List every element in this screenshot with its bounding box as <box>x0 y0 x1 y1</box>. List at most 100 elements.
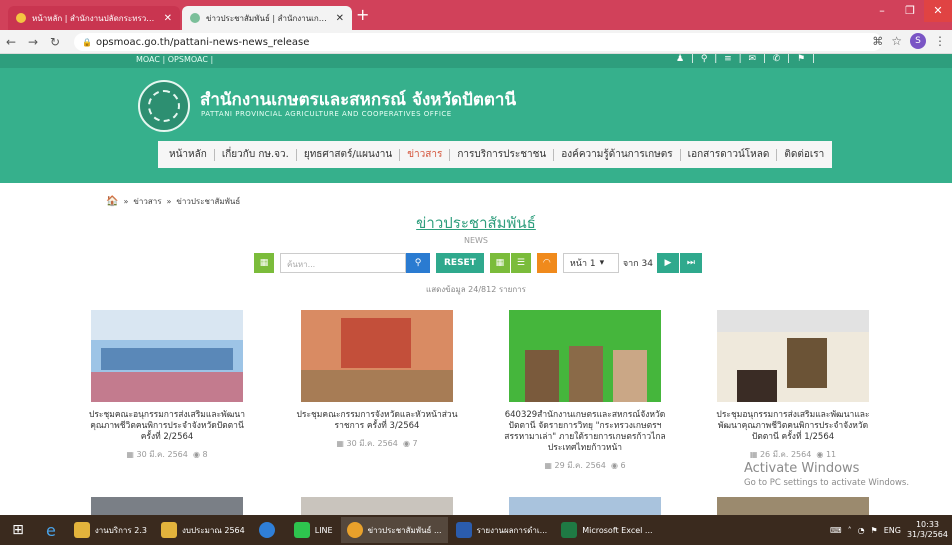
taskbar-app[interactable]: LINE <box>288 517 339 543</box>
reset-button[interactable]: RESET <box>436 253 484 273</box>
calendar-button[interactable]: ▦ <box>254 253 274 273</box>
news-title[interactable]: ประชุมคณะอนุกรรมการส่งเสริมและพัฒนาคุณภา… <box>82 410 252 443</box>
url-input[interactable]: 🔒 opsmoac.go.th/pattani-news-news_releas… <box>74 33 882 51</box>
eye-icon: ◉ <box>192 450 200 459</box>
watermark-text: Go to PC settings to activate Windows. <box>744 478 910 488</box>
showing-count: แสดงข้อมูล 24/812 รายการ <box>426 285 526 294</box>
next-page-button[interactable]: ▶ <box>656 253 679 273</box>
logo-seal-icon[interactable] <box>138 80 190 132</box>
eye-icon: ◉ <box>610 461 618 470</box>
taskbar-app-label: LINE <box>314 525 333 535</box>
tab-title: หน้าหลัก | สำนักงานปลัดกระทรวงเกษตร <box>32 13 158 23</box>
menu-item-contact[interactable]: ติดต่อเรา <box>777 147 831 162</box>
news-card[interactable]: 640329สำนักงานเกษตรและสหกรณ์จังหวัดปัตตา… <box>500 310 670 472</box>
top-utility-icons[interactable]: ♟ | ⚲ | ≡ | ✉ | ✆ | ⚑ | <box>676 54 817 64</box>
news-date: 29 มี.ค. 2564 <box>554 461 606 470</box>
translate-icon[interactable]: ⌘ <box>872 35 883 48</box>
taskbar-app[interactable]: ข่าวประชาสัมพันธ์ ... <box>340 517 448 543</box>
news-card[interactable]: ประชุมคณะอนุกรรมการส่งเสริมและพัฒนาคุณภา… <box>82 310 252 461</box>
taskbar-app[interactable]: งานบริการ 2.3 <box>68 517 153 543</box>
forward-icon[interactable]: → <box>22 35 44 49</box>
menu-dots-icon[interactable]: ⋮ <box>934 34 946 48</box>
news-views: 7 <box>412 439 418 448</box>
search-icon: ⚲ <box>414 258 422 268</box>
bookmark-star-icon[interactable]: ☆ <box>891 34 902 48</box>
browser-tab-1[interactable]: หน้าหลัก | สำนักงานปลัดกระทรวงเกษตร ✕ <box>8 6 180 30</box>
breadcrumb-item[interactable]: ข่าวสาร <box>133 195 161 208</box>
rss-icon: ◠ <box>542 258 551 268</box>
page-select[interactable]: หน้า 1 ▾ <box>562 253 619 273</box>
profile-avatar[interactable]: S <box>910 33 926 49</box>
taskbar-app[interactable]: งบประมาณ 2564 <box>155 517 251 543</box>
back-icon[interactable]: ← <box>0 35 22 49</box>
taskbar-app[interactable]: Microsoft Excel ... <box>555 517 658 543</box>
edge-icon <box>258 522 275 538</box>
news-thumbnail[interactable] <box>301 497 453 517</box>
news-thumbnail[interactable] <box>91 310 243 402</box>
home-icon[interactable]: 🏠 <box>106 196 118 207</box>
word-icon <box>455 522 472 538</box>
news-meta: ▦ 30 มี.ค. 2564 ◉ 7 <box>292 437 462 450</box>
news-toolbar: ▦ ค้นหา... ⚲ RESET ▦ ☰ ◠ หน้า 1 ▾ จาก 34… <box>254 253 702 273</box>
tab-title: ข่าวประชาสัมพันธ์ | สำนักงานเกษตรและ <box>206 13 330 23</box>
news-card[interactable]: ประชุมคณะกรรมการจังหวัดและหัวหน้าส่วนราช… <box>292 310 462 450</box>
news-title[interactable]: 640329สำนักงานเกษตรและสหกรณ์จังหวัดปัตตา… <box>500 410 670 454</box>
breadcrumb-item: ข่าวประชาสัมพันธ์ <box>176 197 241 206</box>
menu-item-services[interactable]: การบริการประชาชน <box>450 147 553 162</box>
menu-item-news[interactable]: ข่าวสาร <box>400 147 449 162</box>
close-tab-icon[interactable]: ✕ <box>164 13 172 24</box>
taskbar-app-label: Microsoft Excel ... <box>582 525 653 535</box>
news-date: 30 มี.ค. 2564 <box>136 450 188 459</box>
site-top-strip: MOAC | OPSMOAC | ♟ | ⚲ | ≡ | ✉ | ✆ | ⚑ | <box>0 54 952 68</box>
news-thumbnail[interactable] <box>717 310 869 402</box>
page-count-label: จาก 34 <box>622 259 653 269</box>
grid-view-button[interactable]: ▦ <box>489 253 510 273</box>
folder-icon <box>160 522 177 538</box>
news-thumbnail[interactable] <box>509 497 661 517</box>
page-title: ข่าวประชาสัมพันธ์ <box>416 214 536 232</box>
taskbar-app-label: รายงานผลการดำเ... <box>476 525 548 535</box>
keyboard-icon[interactable]: ⌨ <box>830 526 842 535</box>
windows-start-icon[interactable]: ⊞ <box>0 522 36 538</box>
news-views: 6 <box>620 461 626 470</box>
news-thumbnail[interactable] <box>91 497 243 517</box>
minimize-icon[interactable]: – <box>868 0 896 22</box>
news-title[interactable]: ประชุมอนุกรรมการส่งเสริมและพัฒนาและพัฒนา… <box>708 410 878 443</box>
favicon-icon <box>16 13 26 23</box>
menu-item-about[interactable]: เกี่ยวกับ กษ.จว. <box>215 147 296 162</box>
top-links[interactable]: MOAC | OPSMOAC | <box>136 55 213 64</box>
menu-item-home[interactable]: หน้าหลัก <box>162 147 214 162</box>
menu-item-downloads[interactable]: เอกสารดาวน์โหลด <box>681 147 777 162</box>
line-icon <box>293 522 310 538</box>
menu-item-knowledge[interactable]: องค์ความรู้ด้านการเกษตร <box>554 147 679 162</box>
breadcrumb: 🏠 » ข่าวสาร » ข่าวประชาสัมพันธ์ <box>106 195 241 208</box>
network-icon[interactable]: ◔ <box>858 526 865 535</box>
news-thumbnail[interactable] <box>509 310 661 402</box>
reload-icon[interactable]: ↻ <box>44 35 66 49</box>
chevron-up-icon[interactable]: ˄ <box>848 526 852 535</box>
news-thumbnail[interactable] <box>717 497 869 517</box>
window-close-icon[interactable]: ✕ <box>924 0 952 22</box>
new-tab-button[interactable]: + <box>356 6 369 24</box>
menu-item-strategy[interactable]: ยุทธศาสตร์/แผนงาน <box>297 147 399 162</box>
taskbar-app[interactable] <box>253 517 286 543</box>
language-indicator[interactable]: ENG <box>884 526 901 535</box>
list-view-button[interactable]: ☰ <box>510 253 531 273</box>
ie-icon[interactable]: e <box>36 517 66 543</box>
taskbar-app[interactable]: รายงานผลการดำเ... <box>450 517 554 543</box>
search-input[interactable]: ค้นหา... <box>280 253 406 273</box>
folder-icon <box>73 522 90 538</box>
browser-tab-2[interactable]: ข่าวประชาสัมพันธ์ | สำนักงานเกษตรและ ✕ <box>182 6 352 30</box>
main-menu: หน้าหลัก เกี่ยวกับ กษ.จว. ยุทธศาสตร์/แผน… <box>158 141 832 168</box>
news-title[interactable]: ประชุมคณะกรรมการจังหวัดและหัวหน้าส่วนราช… <box>292 410 462 432</box>
maximize-icon[interactable]: ❐ <box>896 0 924 22</box>
close-tab-icon[interactable]: ✕ <box>336 13 344 24</box>
flag-icon[interactable]: ⚑ <box>871 526 878 535</box>
last-page-button[interactable]: ⏭ <box>679 253 702 273</box>
last-icon: ⏭ <box>686 258 695 268</box>
news-card[interactable]: ประชุมอนุกรรมการส่งเสริมและพัฒนาและพัฒนา… <box>708 310 878 461</box>
clock[interactable]: 10:33 31/3/2564 <box>907 520 948 540</box>
search-button[interactable]: ⚲ <box>406 253 430 273</box>
news-thumbnail[interactable] <box>301 310 453 402</box>
rss-button[interactable]: ◠ <box>536 253 557 273</box>
